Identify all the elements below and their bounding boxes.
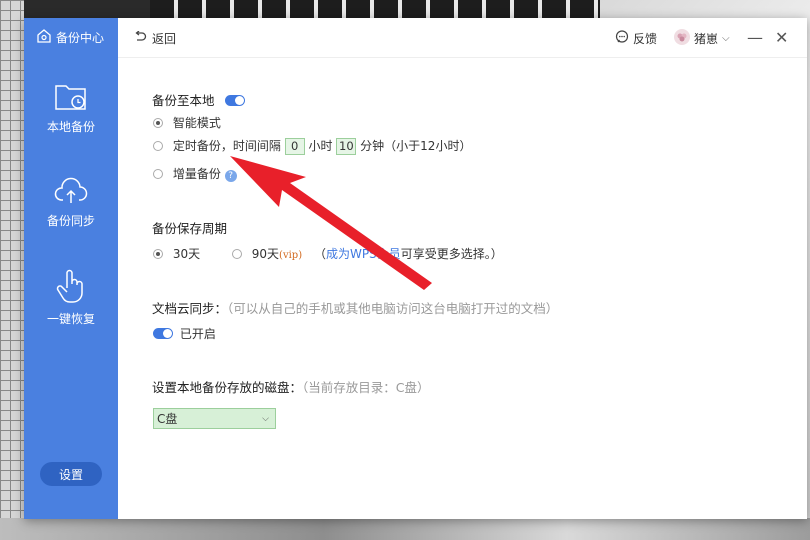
retention-note-open: （ <box>313 247 326 261</box>
sidebar-title: 备份中心 <box>36 29 104 46</box>
radio-timed-backup[interactable] <box>153 141 163 151</box>
radio-smart-mode[interactable] <box>153 118 163 128</box>
settings-content: 备份至本地 智能模式 定时备份，时间间隔 0 小时 10 分钟（小于12小时） … <box>118 58 807 519</box>
smart-mode-label: 智能模式 <box>172 116 221 130</box>
sidebar: 备份中心 本地备份 备份同步 一键恢复 设置 <box>24 18 118 519</box>
disk-title: 设置本地备份存放的磁盘： <box>152 380 303 395</box>
back-arrow-icon <box>134 30 147 46</box>
avatar <box>674 29 690 48</box>
90-days-label: 90天 <box>251 247 280 261</box>
local-backup-section: 备份至本地 <box>152 90 245 109</box>
feedback-label: 反馈 <box>633 32 658 46</box>
top-bar: 返回 反馈 猪崽 ⌵ — ✕ <box>118 18 807 58</box>
sidebar-title-text: 备份中心 <box>56 31 105 45</box>
chevron-down-icon: ⌵ <box>262 413 269 424</box>
option-timed-backup[interactable]: 定时备份，时间间隔 0 小时 10 分钟（小于12小时） <box>153 137 471 155</box>
retention-title: 备份保存周期 <box>152 221 228 236</box>
minutes-input[interactable]: 10 <box>336 138 357 155</box>
disk-select-value: C盘 <box>157 412 178 426</box>
cloud-sync-section: 文档云同步：（可以从自己的手机或其他电脑访问这台电脑打开过的文档） <box>152 298 558 317</box>
folder-clock-icon <box>24 82 118 112</box>
keyboard-background <box>150 0 610 18</box>
radio-30-days[interactable] <box>153 249 163 259</box>
cloud-sync-toggle[interactable] <box>153 328 173 339</box>
sidebar-item-local-backup[interactable]: 本地备份 <box>24 82 118 135</box>
option-smart-mode[interactable]: 智能模式 <box>153 114 221 131</box>
option-90-days[interactable]: 90天(vip) <box>231 247 306 261</box>
cloud-upload-icon <box>24 176 118 206</box>
retention-note-rest: 可享受更多选择。） <box>400 247 503 261</box>
cloud-sync-title: 文档云同步： <box>152 301 228 316</box>
hours-input[interactable]: 0 <box>284 138 305 155</box>
chat-bubble-icon <box>615 30 629 47</box>
user-menu[interactable]: 猪崽 ⌵ <box>674 29 730 48</box>
option-30-days[interactable]: 30天 <box>153 247 204 261</box>
help-icon[interactable]: ? <box>224 170 237 182</box>
radio-90-days[interactable] <box>231 249 242 259</box>
backup-center-window: 备份中心 本地备份 备份同步 一键恢复 设置 返回 反馈 猪崽 ⌵ — ✕ 备份… <box>24 18 807 519</box>
sidebar-item-label: 本地备份 <box>46 120 95 134</box>
cloud-sync-status-label: 已开启 <box>179 327 216 341</box>
minutes-unit: 分钟（小于12小时） <box>360 139 472 153</box>
local-backup-toggle[interactable] <box>224 95 245 106</box>
settings-button[interactable]: 设置 <box>40 462 102 486</box>
sidebar-item-one-click-restore[interactable]: 一键恢复 <box>24 268 118 327</box>
feedback-button[interactable]: 反馈 <box>615 30 657 47</box>
minimize-button[interactable]: — <box>747 28 763 47</box>
sidebar-item-label: 备份同步 <box>46 214 95 228</box>
back-label: 返回 <box>152 32 177 46</box>
back-button[interactable]: 返回 <box>134 30 176 47</box>
incremental-backup-label: 增量备份 <box>172 167 221 181</box>
desk-bottom-background <box>0 518 810 540</box>
timed-backup-label: 定时备份，时间间隔 <box>172 139 281 153</box>
disk-hint: （当前存放目录：C盘） <box>302 380 430 395</box>
disk-select[interactable]: C盘 ⌵ <box>153 408 276 429</box>
close-button[interactable]: ✕ <box>775 28 788 47</box>
local-backup-title: 备份至本地 <box>152 93 215 108</box>
disk-section: 设置本地备份存放的磁盘：（当前存放目录：C盘） <box>152 377 430 396</box>
cloud-sync-hint: （可以从自己的手机或其他电脑访问这台电脑打开过的文档） <box>227 301 559 316</box>
vip-tag: (vip) <box>279 250 303 261</box>
radio-incremental-backup[interactable] <box>153 169 163 179</box>
become-member-link[interactable]: 成为WPS会员 <box>326 247 401 261</box>
hours-unit: 小时 <box>308 139 333 153</box>
option-incremental-backup[interactable]: 增量备份 ? <box>153 165 237 182</box>
30-days-label: 30天 <box>172 247 201 261</box>
grid-paper-background <box>0 0 24 540</box>
cloud-sync-status: 已开启 <box>153 325 216 342</box>
home-shield-icon <box>36 29 52 46</box>
hand-pointer-icon <box>24 268 118 304</box>
sidebar-item-label: 一键恢复 <box>46 312 95 326</box>
user-name: 猪崽 <box>694 32 719 46</box>
sidebar-item-backup-sync[interactable]: 备份同步 <box>24 176 118 229</box>
chevron-down-icon: ⌵ <box>722 33 730 44</box>
retention-options: 30天 90天(vip) （成为WPS会员可享受更多选择。） <box>153 245 503 262</box>
